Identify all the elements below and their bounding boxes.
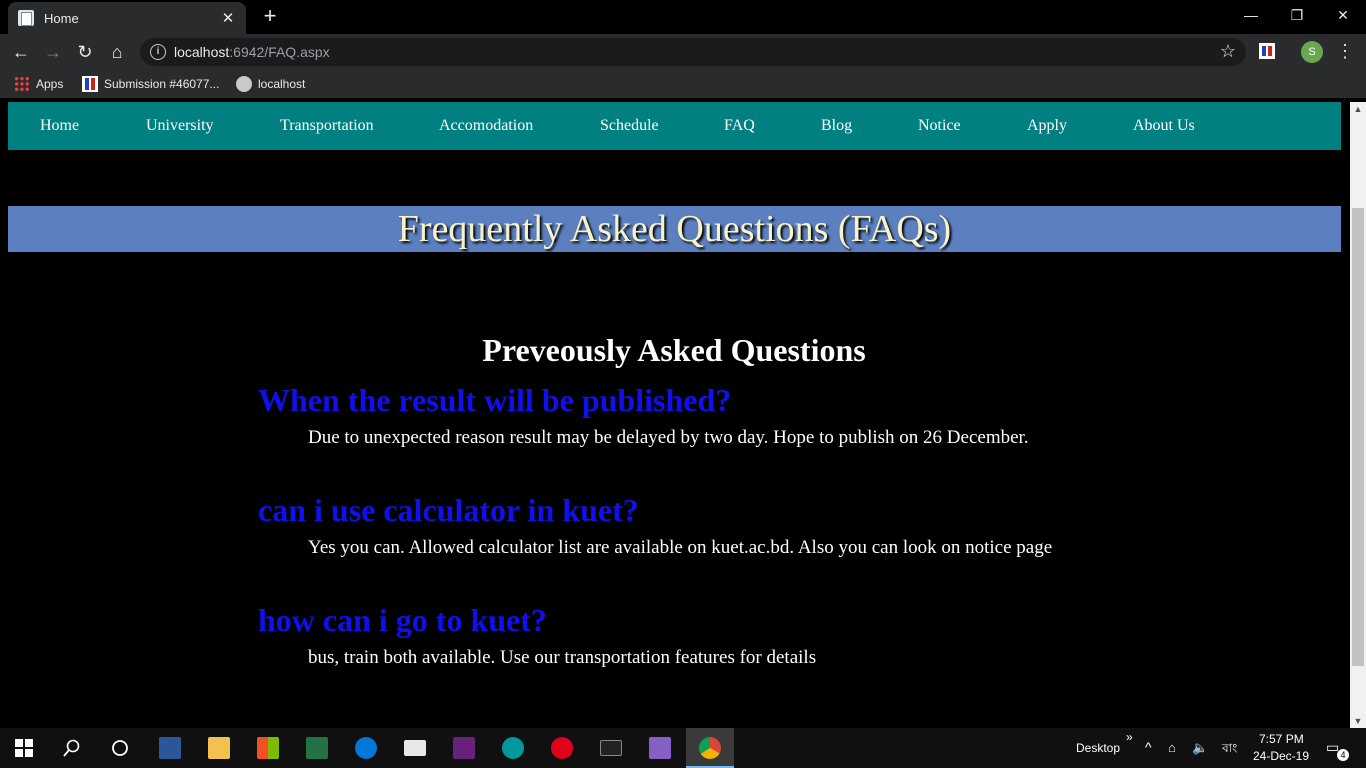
bookmark-apps[interactable]: Apps [14,76,63,92]
section-title: Preveously Asked Questions [482,332,866,368]
bookmark-submission[interactable]: Submission #46077... [82,76,219,92]
bookmark-star-icon[interactable]: ☆ [1220,41,1236,62]
search-icon[interactable] [48,728,96,768]
visual-studio-2-icon[interactable] [636,728,684,768]
faq-question: how can i go to kuet? [258,602,547,638]
network-icon[interactable]: ⌂ [1168,740,1176,755]
faq-answer: Due to unexpected reason result may be d… [308,427,1029,448]
home-icon[interactable]: ⌂ [106,41,128,63]
bookmarks-bar: Apps Submission #46077... localhost [0,70,1366,98]
excel-icon[interactable] [293,728,341,768]
file-explorer-icon[interactable] [195,728,243,768]
nav-faq[interactable]: FAQ [724,117,755,135]
window-close-button[interactable]: ✕ [1320,0,1366,30]
bookmark-label: localhost [258,77,306,91]
nav-accomodation[interactable]: Accomodation [439,117,533,135]
nav-blog[interactable]: Blog [821,117,852,135]
language-indicator[interactable]: বাং [1222,740,1237,760]
store-icon[interactable] [244,728,292,768]
faq-question: When the result will be published? [258,382,732,418]
desktop-toolbar-label[interactable]: Desktop [1076,741,1120,755]
profile-avatar[interactable]: S [1301,41,1323,63]
nav-university[interactable]: University [146,117,214,135]
windows-taskbar: Desktop » ^ ⌂ 🔈 বাং 7:57 PM 24-Dec-19 ▭ … [0,728,1366,768]
start-icon[interactable] [0,728,48,768]
tab-title: Home [44,10,79,26]
nav-schedule[interactable]: Schedule [600,117,659,135]
cortana-icon[interactable] [96,728,144,768]
nav-home[interactable]: Home [40,117,79,135]
page-title: Frequently Asked Questions (FAQs) [397,208,952,250]
show-hidden-icons-icon[interactable]: ^ [1145,739,1152,755]
scroll-down-icon[interactable]: ▼ [1350,716,1366,726]
bookmark-localhost[interactable]: localhost [236,76,305,92]
bookmark-label: Apps [36,77,64,91]
apps-icon [14,76,30,92]
globe-icon [236,76,252,92]
notification-count-badge: 4 [1337,749,1349,761]
word-icon[interactable] [146,728,194,768]
nav-notice[interactable]: Notice [918,117,961,135]
faq-question: can i use calculator in kuet? [258,492,639,528]
page-favicon-icon [18,10,34,26]
mail-icon[interactable] [391,728,439,768]
site-info-icon[interactable]: i [150,44,166,60]
url-host: localhost [174,44,230,60]
forward-icon[interactable]: → [42,41,64,63]
extension-icon[interactable] [1259,43,1275,59]
submission-icon [82,76,98,92]
clock-time[interactable]: 7:57 PM [1259,732,1304,746]
faq-answer: Yes you can. Allowed calculator list are… [308,537,1053,558]
minimize-button[interactable]: — [1228,0,1274,30]
arduino-icon[interactable] [489,728,537,768]
new-tab-button[interactable]: + [259,5,281,27]
page-viewport: Home University Transportation Accomodat… [0,102,1350,728]
nav-apply[interactable]: Apply [1027,117,1067,135]
edge-icon[interactable] [342,728,390,768]
faq-content: Preveously Asked Questions When the resu… [258,332,1158,711]
volume-icon[interactable]: 🔈 [1192,740,1208,756]
url-path: :6942/FAQ.aspx [229,44,330,60]
site-navbar: Home University Transportation Accomodat… [8,102,1341,150]
page-scrollbar[interactable]: ▲ ▼ [1350,102,1366,728]
terminal-icon[interactable] [587,728,635,768]
scrollbar-thumb[interactable] [1352,208,1364,666]
opera-icon[interactable] [538,728,586,768]
browser-tab[interactable]: Home ✕ [8,2,246,34]
faq-banner: Frequently Asked Questions (FAQs) [8,206,1341,252]
url-text: localhost:6942/FAQ.aspx [174,44,330,60]
clock-date[interactable]: 24-Dec-19 [1253,749,1309,763]
visual-studio-icon[interactable] [440,728,488,768]
bookmark-label: Submission #46077... [104,77,220,91]
browser-menu-icon[interactable]: ⋮ [1336,40,1354,62]
address-bar[interactable]: i localhost:6942/FAQ.aspx ☆ [140,38,1246,66]
tab-close-icon[interactable]: ✕ [220,9,236,27]
reload-icon[interactable]: ↻ [74,41,96,63]
restore-button[interactable]: ❐ [1274,0,1320,30]
back-icon[interactable]: ← [10,41,32,63]
nav-transportation[interactable]: Transportation [280,117,374,135]
scroll-up-icon[interactable]: ▲ [1350,104,1366,114]
chrome-icon[interactable] [686,728,734,768]
nav-about-us[interactable]: About Us [1133,117,1195,135]
browser-toolbar: ← → ↻ ⌂ i localhost:6942/FAQ.aspx ☆ [0,34,1366,70]
faq-answer: bus, train both available. Use our trans… [308,647,817,668]
tab-strip: Home ✕ + — ❐ ✕ [0,0,1366,34]
toolbar-overflow-icon[interactable]: » [1126,730,1133,744]
